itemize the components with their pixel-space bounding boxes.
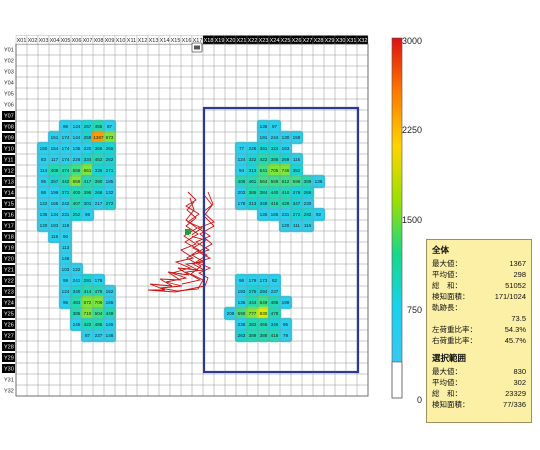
pressure-distribution-viewer: 96 124 267 455 87 151 174 144 259 1367 673 150 154 17…: [0, 0, 540, 450]
selection-stat-value: 77/336: [503, 400, 526, 409]
selection-stat-row: 平均値： 302: [432, 377, 526, 388]
color-scale-bar: [392, 38, 402, 362]
trajectory-label: 軌跡長：: [432, 303, 462, 312]
selection-stat-value: 302: [513, 378, 526, 387]
overall-stat-label: 検知面積：: [432, 292, 470, 301]
color-scale-tick-label: 2250: [402, 125, 422, 135]
overall-stat-row: 平均値： 298: [432, 269, 526, 280]
right-ratio-value: 45.7%: [504, 336, 526, 345]
overall-stat-label: 総 和：: [432, 281, 462, 290]
left-ratio-label: 左荷重比率：: [432, 325, 477, 334]
overall-stat-value: 51052: [505, 281, 526, 290]
color-scale-zero: [391, 361, 403, 399]
color-scale-tick-label: 1500: [402, 215, 422, 225]
selection-stat-row: 最大値： 830: [432, 366, 526, 377]
right-ratio-row: 右荷重比率： 45.7%: [432, 335, 526, 346]
overall-stat-value: 1367: [509, 259, 526, 268]
overall-stat-label: 平均値：: [432, 270, 462, 279]
selection-stat-value: 830: [513, 367, 526, 376]
selection-stat-row: 総 和： 23329: [432, 388, 526, 399]
statistics-panel: 全体 最大値： 1367 平均値： 298 総 和： 51052 検知面積： 171/1024…: [426, 239, 532, 423]
selection-stat-label: 平均値：: [432, 378, 462, 387]
left-ratio-value: 54.3%: [504, 325, 526, 334]
selection-stat-row: 検知面積： 77/336: [432, 399, 526, 410]
selection-stat-label: 最大値：: [432, 367, 462, 376]
selection-header: 選択範囲: [432, 353, 467, 363]
selection-stat-label: 総 和：: [432, 389, 462, 398]
overall-stat-label: 最大値：: [432, 259, 462, 268]
left-ratio-row: 左荷重比率： 54.3%: [432, 324, 526, 335]
selection-stat-label: 検知面積：: [432, 400, 470, 409]
color-scale-tick-label: 0: [417, 395, 422, 405]
trajectory-row: 軌跡長：: [432, 302, 526, 313]
overall-stat-row: 総 和： 51052: [432, 280, 526, 291]
overall-stat-row: 最大値： 1367: [432, 258, 526, 269]
right-ratio-label: 右荷重比率：: [432, 336, 477, 345]
overall-stat-value: 171/1024: [494, 292, 526, 301]
color-scale-tick-label: 3000: [402, 36, 422, 46]
overall-header: 全体: [432, 245, 450, 255]
selection-stat-value: 23329: [505, 389, 526, 398]
overall-stat-row: 検知面積： 171/1024: [432, 291, 526, 302]
trajectory-value: 73.5: [511, 314, 526, 323]
overall-stat-value: 298: [513, 270, 526, 279]
color-scale-tick-label: 750: [407, 305, 422, 315]
